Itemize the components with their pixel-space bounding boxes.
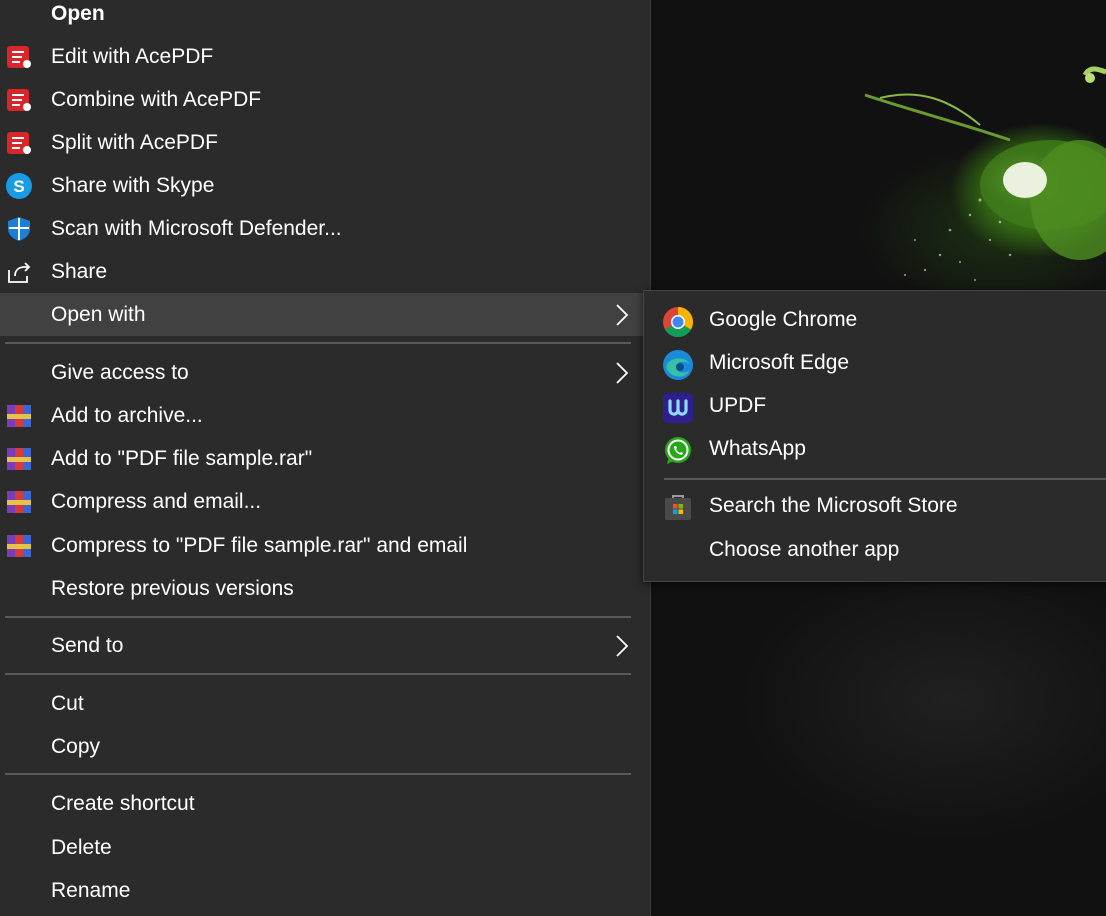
menu-separator bbox=[664, 478, 1106, 480]
svg-text:S: S bbox=[13, 177, 24, 196]
acepdf-icon bbox=[5, 86, 33, 114]
menu-item-open-with[interactable]: Open with bbox=[0, 293, 650, 336]
menu-item-edit-with-acepdf[interactable]: Edit with AcePDF bbox=[0, 35, 650, 78]
menu-item-label: Compress and email... bbox=[51, 489, 262, 513]
menu-item-share[interactable]: Share bbox=[0, 250, 650, 293]
menu-item-compress-and-email[interactable]: Compress and email... bbox=[0, 480, 650, 523]
submenu-item-label: UPDF bbox=[709, 394, 767, 417]
submenu-item-label: Search the Microsoft Store bbox=[709, 494, 958, 517]
menu-item-label: Give access to bbox=[51, 360, 189, 384]
menu-item-label: Create shortcut bbox=[51, 791, 195, 815]
menu-item-open[interactable]: Open bbox=[0, 0, 650, 35]
menu-item-label: Combine with AcePDF bbox=[51, 87, 262, 111]
submenu-item-label: WhatsApp bbox=[709, 437, 806, 460]
menu-item-label: Rename bbox=[51, 878, 131, 902]
submenu-item-label: Microsoft Edge bbox=[709, 351, 850, 374]
submenu-item-microsoft-edge[interactable]: Microsoft Edge bbox=[644, 342, 1106, 385]
menu-item-add-to-rar[interactable]: Add to "PDF file sample.rar" bbox=[0, 437, 650, 480]
chevron-right-icon bbox=[616, 362, 629, 384]
menu-item-send-to[interactable]: Send to bbox=[0, 624, 650, 667]
chrome-icon bbox=[662, 306, 694, 338]
menu-separator bbox=[5, 773, 631, 775]
menu-item-label: Add to "PDF file sample.rar" bbox=[51, 446, 313, 470]
menu-item-label: Split with AcePDF bbox=[51, 130, 218, 154]
submenu-item-search-microsoft-store[interactable]: Search the Microsoft Store bbox=[644, 485, 1106, 528]
menu-item-label: Send to bbox=[51, 633, 124, 657]
menu-item-label: Open bbox=[51, 1, 105, 25]
menu-item-restore-previous-versions[interactable]: Restore previous versions bbox=[0, 567, 650, 610]
skype-icon: S bbox=[5, 172, 33, 200]
menu-item-create-shortcut[interactable]: Create shortcut bbox=[0, 782, 650, 825]
winrar-icon bbox=[5, 402, 33, 430]
menu-item-copy[interactable]: Copy bbox=[0, 725, 650, 768]
menu-item-label: Scan with Microsoft Defender... bbox=[51, 216, 342, 240]
submenu-item-choose-another-app[interactable]: Choose another app bbox=[644, 529, 1106, 572]
defender-shield-icon bbox=[5, 215, 33, 243]
submenu-item-label: Choose another app bbox=[709, 538, 900, 561]
menu-item-rename[interactable]: Rename bbox=[0, 869, 650, 912]
winrar-icon bbox=[5, 532, 33, 560]
menu-item-label: Compress to "PDF file sample.rar" and em… bbox=[51, 533, 468, 557]
winrar-icon bbox=[5, 488, 33, 516]
submenu-item-updf[interactable]: UPDF bbox=[644, 385, 1106, 428]
acepdf-icon bbox=[5, 129, 33, 157]
context-menu: Open Edit with AcePDF Combine with AcePD… bbox=[0, 0, 651, 916]
edge-icon bbox=[662, 349, 694, 381]
updf-icon bbox=[662, 392, 694, 424]
winrar-icon bbox=[5, 445, 33, 473]
menu-item-label: Cut bbox=[51, 691, 84, 715]
menu-item-compress-to-rar-and-email[interactable]: Compress to "PDF file sample.rar" and em… bbox=[0, 524, 650, 567]
menu-item-delete[interactable]: Delete bbox=[0, 826, 650, 869]
submenu-item-label: Google Chrome bbox=[709, 308, 858, 331]
menu-item-label: Share bbox=[51, 259, 108, 283]
microsoft-store-icon bbox=[662, 492, 694, 524]
menu-item-share-with-skype[interactable]: S Share with Skype bbox=[0, 164, 650, 207]
menu-separator bbox=[5, 342, 631, 344]
menu-item-split-with-acepdf[interactable]: Split with AcePDF bbox=[0, 121, 650, 164]
menu-item-add-to-archive[interactable]: Add to archive... bbox=[0, 394, 650, 437]
menu-item-label: Copy bbox=[51, 734, 101, 758]
submenu-item-google-chrome[interactable]: Google Chrome bbox=[644, 299, 1106, 342]
menu-item-label: Add to archive... bbox=[51, 403, 203, 427]
menu-item-label: Edit with AcePDF bbox=[51, 44, 214, 68]
chevron-right-icon bbox=[616, 304, 629, 326]
menu-item-combine-with-acepdf[interactable]: Combine with AcePDF bbox=[0, 78, 650, 121]
submenu-item-whatsapp[interactable]: WhatsApp bbox=[644, 428, 1106, 471]
chevron-right-icon bbox=[616, 635, 629, 657]
menu-item-scan-with-defender[interactable]: Scan with Microsoft Defender... bbox=[0, 207, 650, 250]
menu-item-label: Restore previous versions bbox=[51, 576, 294, 600]
whatsapp-icon bbox=[662, 435, 694, 467]
menu-item-label: Delete bbox=[51, 835, 112, 859]
menu-item-label: Open with bbox=[51, 302, 146, 326]
acepdf-icon bbox=[5, 43, 33, 71]
menu-item-label: Share with Skype bbox=[51, 173, 215, 197]
menu-separator bbox=[5, 616, 631, 618]
menu-item-cut[interactable]: Cut bbox=[0, 682, 650, 725]
share-icon bbox=[5, 258, 33, 286]
menu-separator bbox=[5, 673, 631, 675]
open-with-submenu: Google Chrome Microsoft Edge UPDF WhatsA… bbox=[643, 290, 1106, 582]
menu-item-give-access-to[interactable]: Give access to bbox=[0, 351, 650, 394]
